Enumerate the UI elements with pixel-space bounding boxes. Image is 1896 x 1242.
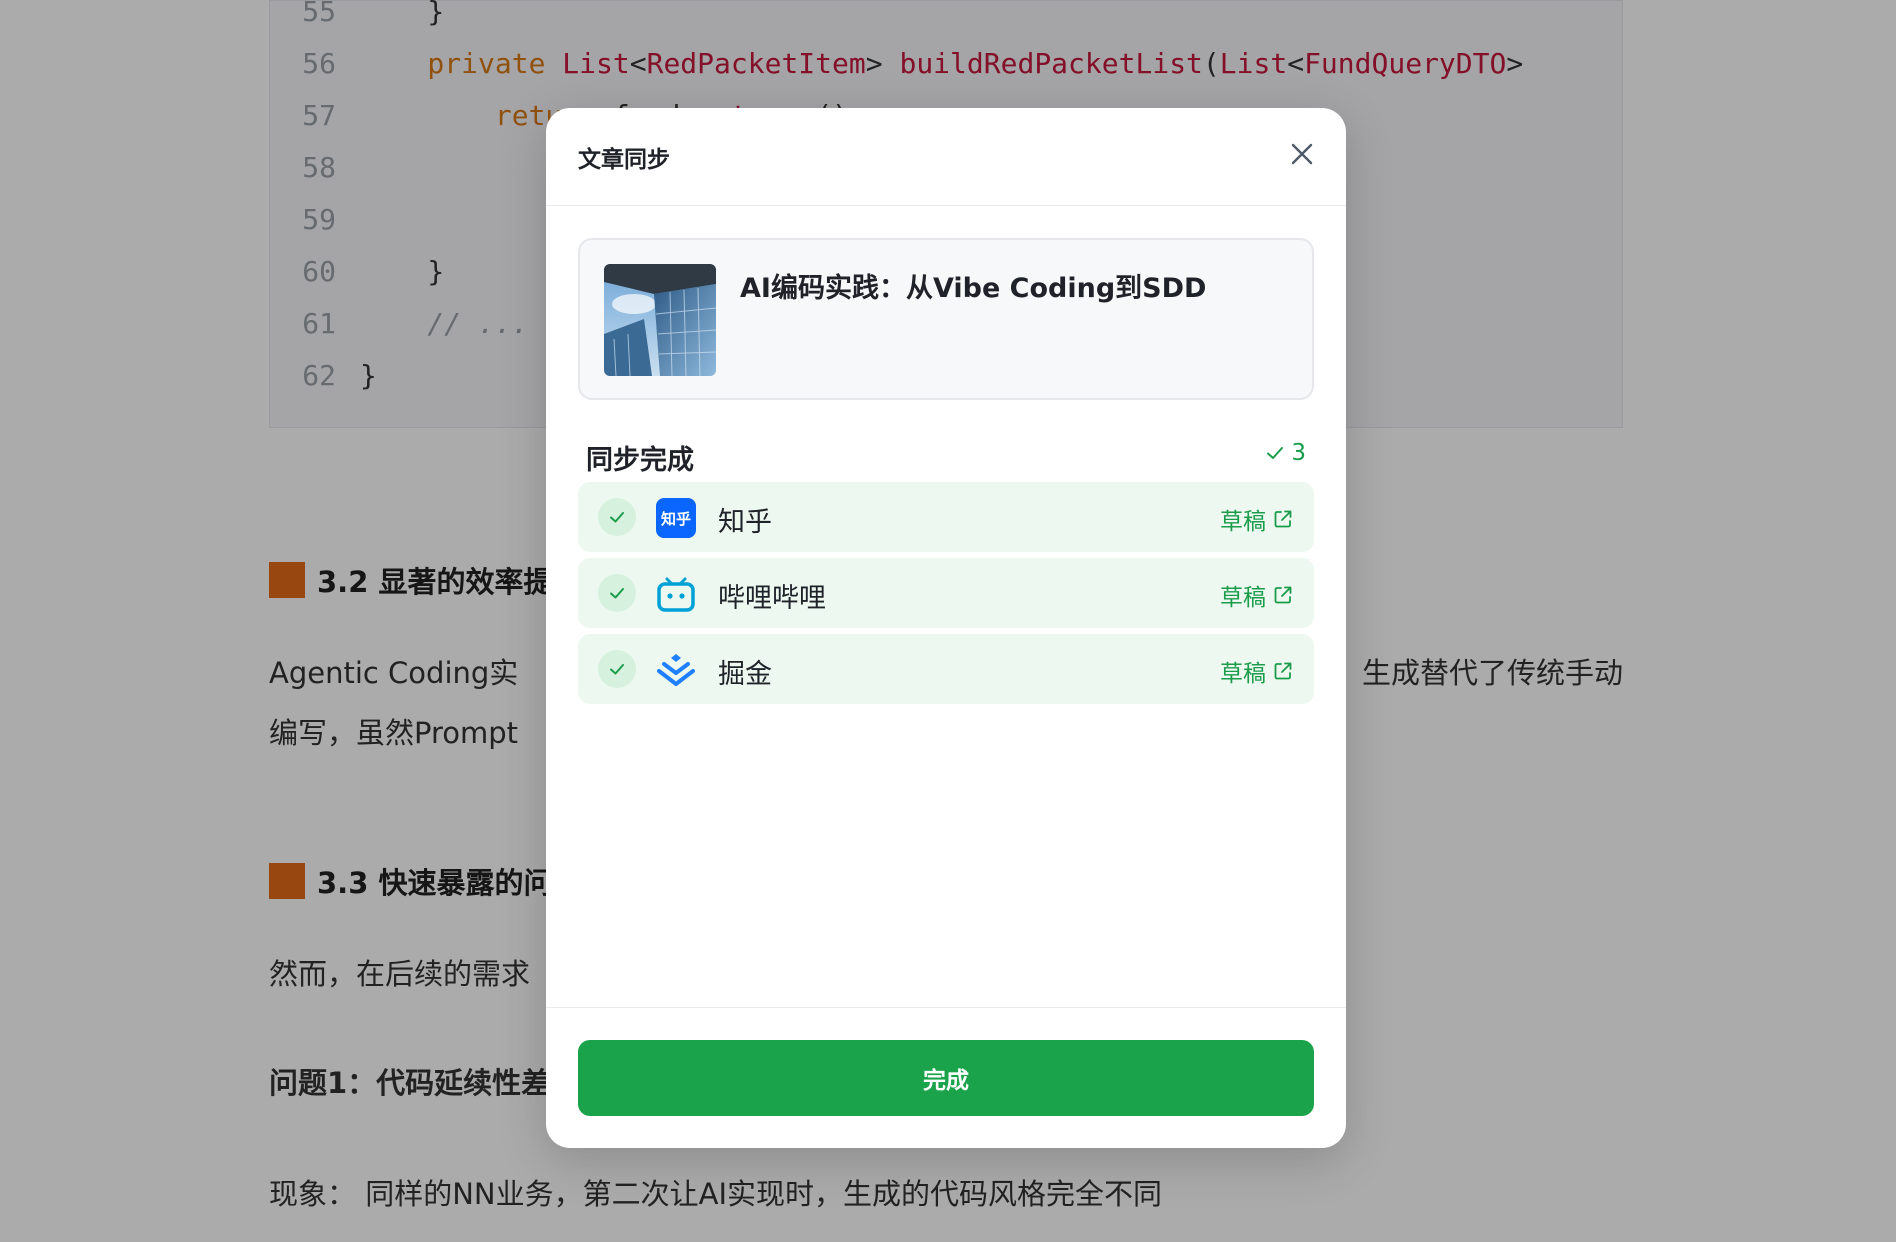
close-button[interactable]	[1284, 136, 1320, 172]
bilibili-logo-icon	[656, 574, 696, 614]
check-icon	[610, 588, 624, 599]
check-icon	[610, 512, 624, 523]
open-draft-link[interactable]: 草稿	[1220, 654, 1294, 688]
row-check-badge	[598, 650, 636, 688]
draft-status: 草稿	[1220, 509, 1266, 535]
check-icon	[610, 664, 624, 675]
done-button[interactable]: 完成	[578, 1040, 1314, 1116]
row-check-badge	[598, 574, 636, 612]
check-icon	[1267, 447, 1284, 459]
platform-name: 掘金	[718, 659, 772, 690]
sync-status-row: 同步完成 3	[586, 428, 1306, 478]
article-card: AI编码实践：从Vibe Coding到SDD	[578, 238, 1314, 400]
platform-row-juejin: 掘金 草稿	[578, 634, 1314, 704]
juejin-logo-icon	[656, 650, 696, 690]
platform-name: 知乎	[718, 507, 772, 538]
success-count: 3	[1291, 440, 1306, 466]
platform-name: 哔哩哔哩	[718, 583, 826, 614]
external-link-icon	[1274, 586, 1292, 604]
zhihu-logo-icon: 知乎	[656, 498, 696, 538]
sync-status-label: 同步完成	[586, 445, 694, 476]
dialog-title: 文章同步	[578, 147, 670, 173]
dialog-header: 文章同步	[546, 108, 1346, 206]
building-image	[604, 264, 716, 376]
draft-status: 草稿	[1220, 661, 1266, 687]
article-title: AI编码实践：从Vibe Coding到SDD	[740, 273, 1207, 304]
success-count-badge: 3	[1265, 440, 1306, 466]
platform-list: 知乎 知乎 草稿 哔哩哔哩 草稿 掘金 草稿	[578, 482, 1314, 710]
external-link-icon	[1274, 662, 1292, 680]
draft-status: 草稿	[1220, 585, 1266, 611]
svg-text:知乎: 知乎	[661, 510, 691, 528]
platform-row-bilibili: 哔哩哔哩 草稿	[578, 558, 1314, 628]
row-check-badge	[598, 498, 636, 536]
dialog-footer: 完成	[546, 1007, 1346, 1148]
open-draft-link[interactable]: 草稿	[1220, 502, 1294, 536]
close-icon	[1291, 143, 1313, 165]
external-link-icon	[1274, 510, 1292, 528]
platform-row-zhihu: 知乎 知乎 草稿	[578, 482, 1314, 552]
open-draft-link[interactable]: 草稿	[1220, 578, 1294, 612]
article-sync-dialog: 文章同步 AI编码实践：从Vibe Coding到SDD 同步完成 3 知乎 知…	[546, 108, 1346, 1148]
article-thumbnail	[604, 264, 716, 376]
